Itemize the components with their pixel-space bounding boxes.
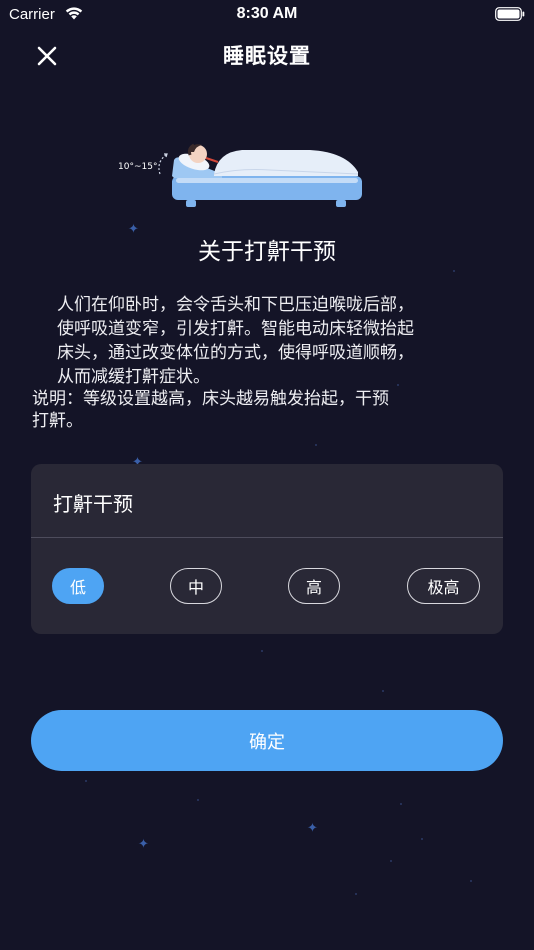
status-bar: Carrier 8:30 AM — [0, 0, 534, 28]
section-title: 关于打鼾干预 — [198, 239, 336, 265]
card-title: 打鼾干预 — [53, 492, 133, 516]
level-high-button[interactable]: 高 — [288, 568, 340, 604]
description-line: 床头，通过改变体位的方式，使得呼吸道顺畅， — [57, 343, 414, 363]
page-title: 睡眠设置 — [223, 44, 311, 68]
snore-intervention-card: 打鼾干预 低 中 高 极高 — [31, 464, 503, 634]
note-line: 打鼾。 — [32, 411, 83, 431]
confirm-button[interactable]: 确定 — [31, 710, 503, 771]
nav-bar: 睡眠设置 — [0, 28, 534, 80]
note-line: 说明：等级设置越高，床头越易触发抬起，干预 — [32, 389, 389, 409]
note-text: 说明：等级设置越高，床头越易触发抬起，干预 打鼾。 — [32, 388, 462, 432]
bed-illustration: 10°~15° — [118, 143, 362, 207]
level-very-high-button[interactable]: 极高 — [407, 568, 480, 604]
description-line: 从而减缓打鼾症状。 — [57, 367, 210, 387]
blanket — [214, 150, 358, 176]
level-medium-button[interactable]: 中 — [170, 568, 222, 604]
angle-label: 10°~15° — [118, 162, 157, 172]
angle-arc-icon — [158, 153, 168, 175]
card-divider — [31, 537, 503, 538]
battery-icon — [495, 7, 525, 21]
level-low-button[interactable]: 低 — [52, 568, 104, 604]
status-time: 8:30 AM — [236, 5, 298, 22]
description-line: 使呼吸道变窄，引发打鼾。智能电动床轻微抬起 — [57, 319, 414, 339]
description-line: 人们在仰卧时，会令舌头和下巴压迫喉咙后部， — [57, 295, 414, 315]
description-text: 人们在仰卧时，会令舌头和下巴压迫喉咙后部， 使呼吸道变窄，引发打鼾。智能电动床轻… — [57, 293, 477, 389]
